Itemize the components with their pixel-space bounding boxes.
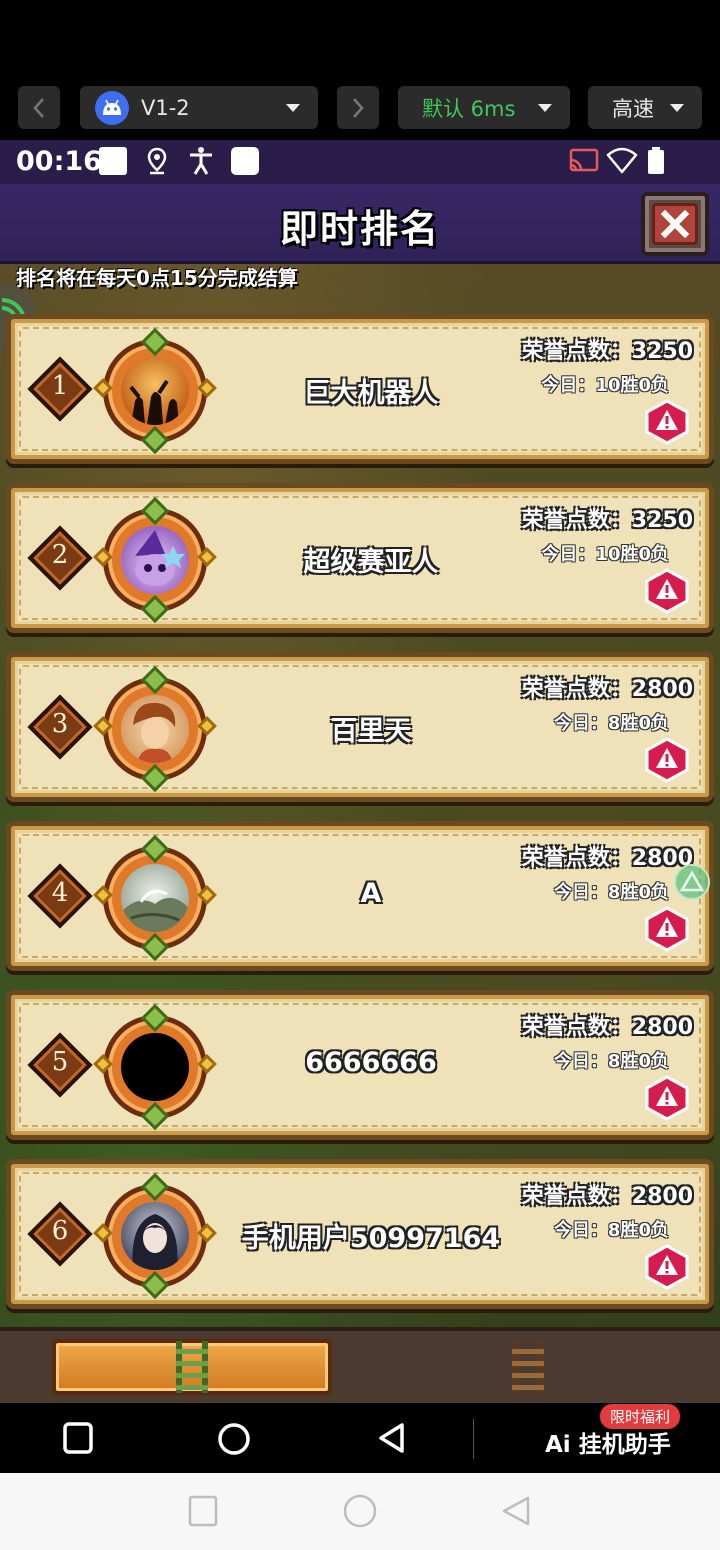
title-bar: 即时排名 xyxy=(0,184,720,264)
status-bar: 00:16 xyxy=(0,140,720,184)
android-icon xyxy=(95,90,129,125)
forward-button[interactable] xyxy=(337,86,379,129)
today-record: 今日：10胜0负 xyxy=(541,375,669,396)
report-warning-icon[interactable] xyxy=(645,399,689,445)
honor-points: 荣誉点数：2800 xyxy=(521,677,693,702)
battery-icon xyxy=(648,147,664,174)
rank-number: 2 xyxy=(51,540,69,570)
promo-badge: 限时福利 xyxy=(600,1404,681,1429)
status-time: 00:16 xyxy=(16,146,102,177)
avatar xyxy=(93,1172,217,1300)
rank-number: 3 xyxy=(51,709,69,739)
caret-down-icon xyxy=(538,104,552,112)
report-warning-icon[interactable] xyxy=(645,906,689,952)
ladder-green-icon xyxy=(176,1341,208,1393)
ranking-row-1[interactable]: 1 巨大机器人 荣誉点数：3250 今日：10胜0负 xyxy=(6,314,714,464)
tab-other-ranking[interactable] xyxy=(500,1339,556,1395)
report-warning-icon[interactable] xyxy=(645,568,689,614)
cast-icon xyxy=(569,148,599,172)
settlement-notice: 排名将在每天0点15分完成结算 xyxy=(16,266,298,290)
ai-assistant-button[interactable]: Ai 挂机助手 xyxy=(545,1425,671,1459)
host-nav-bar xyxy=(0,1473,720,1550)
close-button[interactable] xyxy=(641,192,709,256)
ranking-row-2[interactable]: 2 超级赛亚人 荣誉点数：3250 今日：10胜0负 xyxy=(6,483,714,633)
emulator-toolbar: V1-2 默认 6ms 高速 xyxy=(0,0,720,140)
speed-label: 高速 xyxy=(612,96,654,121)
location-icon xyxy=(147,147,167,175)
avatar xyxy=(93,327,217,455)
honor-points: 荣誉点数：2800 xyxy=(521,846,693,871)
square-notification-icon xyxy=(231,147,259,175)
square-notification-icon xyxy=(99,147,127,175)
floating-assist-button[interactable] xyxy=(674,864,710,900)
triangle-icon xyxy=(679,870,705,892)
blank-avatar-icon xyxy=(121,1033,189,1101)
player-name: 超级赛亚人 xyxy=(303,547,439,578)
today-record: 今日：8胜0负 xyxy=(553,1220,669,1241)
avatar xyxy=(93,665,217,793)
caret-down-icon xyxy=(286,104,300,112)
ranking-tab-bar xyxy=(0,1327,720,1403)
page-title: 即时排名 xyxy=(279,207,440,251)
honor-points: 荣誉点数：3250 xyxy=(521,339,693,364)
tab-daily-ranking[interactable] xyxy=(52,1339,332,1395)
rank-number: 4 xyxy=(51,878,69,908)
chevron-right-icon xyxy=(353,97,364,118)
ranking-row-6[interactable]: 6 手机用户50997164 荣誉点数：2800 今日：8胜0负 xyxy=(6,1159,714,1309)
honor-points: 荣誉点数：2800 xyxy=(521,1184,693,1209)
recents-square-icon[interactable] xyxy=(188,1495,218,1527)
close-icon xyxy=(661,210,689,238)
device-select[interactable]: V1-2 xyxy=(80,86,318,129)
ranking-row-5[interactable]: 5 6666666 荣誉点数：2800 今日：8胜0负 xyxy=(6,990,714,1140)
rank-number: 5 xyxy=(51,1047,69,1077)
back-triangle-icon[interactable] xyxy=(500,1495,532,1527)
home-circle-icon[interactable] xyxy=(343,1494,377,1528)
anime-girl-avatar-icon xyxy=(132,1214,178,1270)
avatar xyxy=(93,834,217,962)
divider xyxy=(473,1419,474,1459)
report-warning-icon[interactable] xyxy=(645,1244,689,1290)
player-name: 6666666 xyxy=(305,1047,437,1078)
latency-select[interactable]: 默认 6ms xyxy=(398,86,570,129)
honor-points: 荣誉点数：3250 xyxy=(521,508,693,533)
device-label: V1-2 xyxy=(141,95,190,120)
landscape-avatar-icon xyxy=(121,889,189,932)
home-circle-icon[interactable] xyxy=(216,1421,252,1457)
honor-points: 荣誉点数：2800 xyxy=(521,1015,693,1040)
latency-label: 默认 6ms xyxy=(422,96,516,121)
back-triangle-icon[interactable] xyxy=(376,1421,408,1455)
player-name: 手机用户50997164 xyxy=(241,1223,501,1254)
report-warning-icon[interactable] xyxy=(645,737,689,783)
player-name: 巨大机器人 xyxy=(303,378,439,409)
person-avatar-icon xyxy=(133,702,176,763)
rank-number: 6 xyxy=(51,1216,69,1246)
back-button[interactable] xyxy=(18,86,60,129)
ranking-row-3[interactable]: 3 百里天 荣誉点数：2800 今日：8胜0负 xyxy=(6,652,714,802)
rank-number: 1 xyxy=(51,371,69,401)
silhouette-avatar-icon xyxy=(129,379,179,425)
today-record: 今日：8胜0负 xyxy=(553,713,669,734)
wifi-icon xyxy=(606,147,638,174)
accessibility-icon xyxy=(190,147,212,175)
speed-select[interactable]: 高速 xyxy=(588,86,702,129)
today-record: 今日：10胜0负 xyxy=(541,544,669,565)
recents-square-icon[interactable] xyxy=(62,1421,94,1455)
player-name: A xyxy=(360,878,382,909)
creature-avatar-icon xyxy=(135,530,185,586)
avatar xyxy=(93,496,217,624)
ranking-screen: 即时排名 排名将在每天0点15分完成结算 1 巨大机器人 荣誉点数：3250 今… xyxy=(0,184,720,1403)
caret-down-icon xyxy=(670,104,684,112)
ranking-row-4[interactable]: 4 A 荣誉点数：2800 今日：8胜0负 xyxy=(6,821,714,971)
report-warning-icon[interactable] xyxy=(645,1075,689,1121)
ladder-brown-icon xyxy=(512,1341,544,1393)
avatar xyxy=(93,1003,217,1131)
chevron-left-icon xyxy=(33,97,44,118)
android-nav-bar: Ai 挂机助手 限时福利 xyxy=(0,1403,720,1473)
today-record: 今日：8胜0负 xyxy=(553,882,669,903)
today-record: 今日：8胜0负 xyxy=(553,1051,669,1072)
player-name: 百里天 xyxy=(330,716,412,747)
